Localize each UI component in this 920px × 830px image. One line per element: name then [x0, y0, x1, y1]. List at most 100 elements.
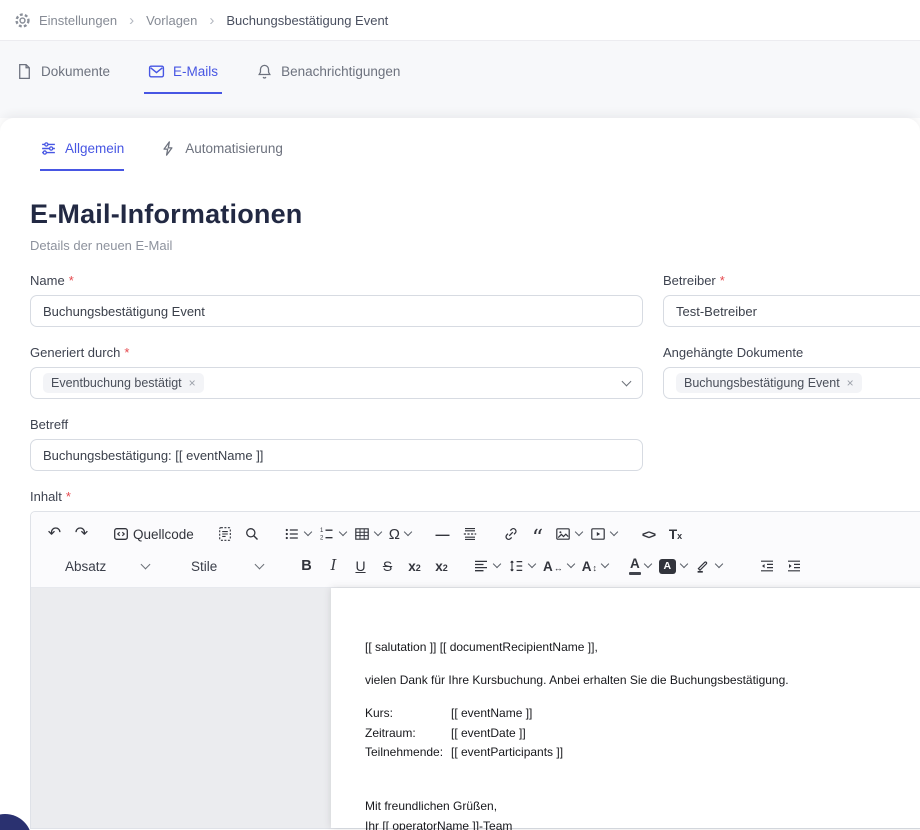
detail-row: Zeitraum: [[ eventDate ]] — [365, 724, 920, 744]
background-color-icon: A — [659, 559, 676, 574]
required-marker: * — [69, 273, 74, 289]
tab-label: Benachrichtigungen — [281, 64, 400, 79]
chevron-down-icon — [610, 528, 618, 536]
highlight-marker-icon — [695, 558, 711, 574]
special-character-button[interactable]: Ω — [385, 519, 415, 549]
strikethrough-button[interactable]: S — [374, 551, 401, 581]
source-code-button[interactable]: Quellcode — [109, 519, 198, 549]
blockquote-icon: “ — [532, 535, 543, 543]
blockquote-button[interactable]: “ — [524, 519, 551, 549]
field-angehaengte-dokumente: Angehängte Dokumente Buchungsbestätigung… — [663, 345, 920, 399]
toolbar-row-1: ↶ ↷ Quellcode — [41, 519, 920, 549]
styles-dropdown[interactable]: Stile — [183, 551, 271, 581]
chevron-down-icon — [493, 560, 501, 568]
breadcrumb-item-vorlagen[interactable]: Vorlagen — [146, 13, 197, 28]
indent-button[interactable] — [781, 551, 808, 581]
detail-subtabs: Allgemein Automatisierung — [40, 140, 920, 171]
tab-dokumente[interactable]: Dokumente — [12, 63, 114, 94]
redo-icon: ↷ — [75, 526, 88, 542]
underline-button[interactable]: U — [347, 551, 374, 581]
subtab-automatisierung[interactable]: Automatisierung — [160, 140, 283, 171]
breadcrumb-item-einstellungen[interactable]: Einstellungen — [39, 13, 117, 28]
chevron-down-icon — [622, 377, 632, 387]
insert-image-button[interactable] — [551, 519, 586, 549]
tab-emails[interactable]: E-Mails — [144, 63, 222, 94]
chevron-down-icon — [644, 560, 652, 568]
chevron-down-icon — [374, 528, 382, 536]
generiert-durch-select[interactable]: Eventbuchung bestätigt × — [30, 367, 643, 399]
selected-tag: Eventbuchung bestätigt × — [43, 373, 204, 393]
field-betreiber: Betreiber * — [663, 273, 920, 327]
betreiber-label: Betreiber — [663, 273, 716, 289]
insert-table-button[interactable] — [350, 519, 385, 549]
bold-button[interactable]: B — [293, 551, 320, 581]
find-replace-button[interactable] — [239, 519, 266, 549]
highlight-button[interactable] — [691, 551, 726, 581]
chevron-down-icon — [339, 528, 347, 536]
betreff-input[interactable] — [30, 439, 643, 471]
detail-row: Teilnehmende: [[ eventParticipants ]] — [365, 743, 920, 763]
content-template-button[interactable] — [212, 519, 239, 549]
omega-icon: Ω — [389, 527, 400, 542]
subscript-icon: x2 — [408, 559, 421, 574]
remove-format-button[interactable]: Tx — [662, 519, 689, 549]
remove-tag-icon[interactable]: × — [189, 377, 196, 389]
editor-page[interactable]: [[ salutation ]] [[ documentRecipientNam… — [331, 588, 920, 828]
toolbar-row-2: Absatz Stile B I U S — [41, 551, 920, 581]
numbered-list-button[interactable]: 12 — [315, 519, 350, 549]
undo-button[interactable]: ↶ — [41, 519, 68, 549]
subtab-allgemein[interactable]: Allgemein — [40, 140, 124, 171]
link-button[interactable] — [497, 519, 524, 549]
closing-block: Mit freundlichen Grüßen, Ihr [[ operator… — [365, 796, 920, 830]
bulleted-list-button[interactable] — [280, 519, 315, 549]
outdent-button[interactable] — [754, 551, 781, 581]
field-generiert-durch: Generiert durch * Eventbuchung bestätigt… — [30, 345, 643, 399]
horizontal-line-button[interactable]: — — [429, 519, 456, 549]
font-size-button[interactable]: A↕ — [578, 551, 612, 581]
angehaengte-dokumente-select[interactable]: Buchungsbestätigung Event × — [663, 367, 920, 399]
email-form: Name * Betreiber * Generiert durch * — [30, 273, 920, 829]
tab-label: Dokumente — [41, 64, 110, 79]
source-code-label: Quellcode — [133, 527, 194, 542]
font-color-button[interactable]: A — [626, 551, 655, 581]
chevron-down-icon — [141, 560, 151, 570]
betreff-label: Betreff — [30, 417, 68, 433]
editor-toolbar: ↶ ↷ Quellcode — [31, 512, 920, 588]
intro-line: vielen Dank für Ihre Kursbuchung. Anbei … — [365, 671, 920, 690]
required-marker: * — [66, 489, 71, 505]
inline-code-button[interactable]: <> — [635, 519, 662, 549]
underline-icon: U — [355, 558, 365, 574]
name-input[interactable] — [30, 295, 643, 327]
field-inhalt: Inhalt * ↶ ↷ Qu — [30, 489, 920, 829]
email-template-card: Allgemein Automatisierung E-Mail-Informa… — [0, 118, 920, 830]
line-height-button[interactable] — [504, 551, 539, 581]
redo-button[interactable]: ↷ — [68, 519, 95, 549]
editor-canvas: [[ salutation ]] [[ documentRecipientNam… — [31, 588, 920, 828]
text-align-button[interactable] — [469, 551, 504, 581]
letter-spacing-button[interactable]: A↔ — [539, 551, 578, 581]
chevron-down-icon — [680, 560, 688, 568]
chevron-down-icon — [601, 560, 609, 568]
subscript-button[interactable]: x2 — [401, 551, 428, 581]
chevron-down-icon — [567, 560, 575, 568]
link-icon — [503, 526, 519, 542]
page-break-button[interactable] — [456, 519, 483, 549]
italic-button[interactable]: I — [320, 551, 347, 581]
source-code-icon — [113, 526, 129, 542]
paragraph-format-dropdown[interactable]: Absatz — [57, 551, 157, 581]
tab-benachrichtigungen[interactable]: Benachrichtigungen — [252, 63, 404, 94]
remove-tag-icon[interactable]: × — [847, 377, 854, 389]
indent-icon — [786, 558, 802, 574]
background-color-button[interactable]: A — [655, 551, 691, 581]
line-height-icon — [508, 558, 524, 574]
superscript-button[interactable]: x2 — [428, 551, 455, 581]
angehaengte-dokumente-label: Angehängte Dokumente — [663, 345, 803, 361]
subtab-label: Allgemein — [65, 141, 124, 156]
superscript-icon: x2 — [435, 559, 448, 574]
betreiber-input[interactable] — [663, 295, 920, 327]
svg-text:2: 2 — [320, 536, 324, 542]
font-color-icon: A — [630, 557, 640, 575]
media-embed-button[interactable] — [586, 519, 621, 549]
chevron-down-icon — [255, 560, 265, 570]
bulleted-list-icon — [284, 526, 300, 542]
